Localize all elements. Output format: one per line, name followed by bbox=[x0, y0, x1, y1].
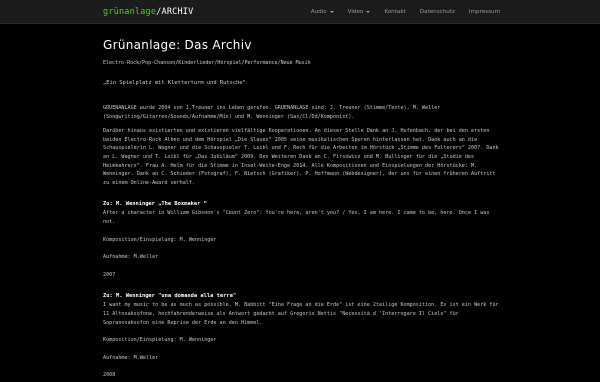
nav-video-dropdown[interactable]: Video bbox=[348, 9, 371, 15]
year-label: 2007 bbox=[103, 271, 116, 278]
top-navbar: grünanlage/ARCHIV Audio Video Kontakt Da… bbox=[0, 0, 600, 24]
nav-datenschutz-label: Datenschutz bbox=[419, 9, 455, 15]
page-title: Grünanlage: Das Archiv bbox=[103, 38, 252, 52]
nav-kontakt-link[interactable]: Kontakt bbox=[384, 9, 405, 15]
main-content: Grünanlage: Das Archiv Electro-Rock/Pop-… bbox=[103, 34, 503, 382]
tagline-quote: „Ein Spielplatz mit Kletterturm und Ruts… bbox=[103, 80, 246, 86]
nav-impressum-link[interactable]: Impressum bbox=[469, 9, 500, 15]
cooperations-paragraph: Darüber hinaus existierten und existiere… bbox=[103, 128, 499, 186]
nav-datenschutz-link[interactable]: Datenschutz bbox=[420, 9, 455, 15]
chevron-down-icon bbox=[366, 11, 371, 13]
brand-logo-link[interactable]: grünanlage/ARCHIV bbox=[103, 7, 193, 17]
intro-paragraph: GRUENANLAGE wurde 2004 von J.Treuner ins… bbox=[103, 105, 441, 120]
nav-audio-dropdown[interactable]: Audio bbox=[311, 9, 334, 15]
genre-subtitle: Electro-Rock/Pop-Chanson/Kinderlieder/Hö… bbox=[103, 60, 311, 66]
nav-video-label: Video bbox=[347, 9, 364, 15]
section-text-una-domanda: I want my music to be as much as possibl… bbox=[103, 302, 499, 326]
main-nav: Audio Video Kontakt Datenschutz Impressu… bbox=[311, 0, 500, 24]
recording-credit: Aufnahme: M.Weller bbox=[103, 254, 159, 261]
nav-impressum-label: Impressum bbox=[468, 9, 500, 15]
year-label: 2008 bbox=[103, 372, 116, 379]
composition-credit: Komposition/Einspielung: M. Wenninger bbox=[103, 236, 217, 243]
section-text-boxmaker: After a character in William Gibsnon's "… bbox=[103, 210, 490, 225]
recording-credit: Aufnahme: M.Weller bbox=[103, 354, 159, 361]
brand-name: grünanlage bbox=[103, 6, 157, 17]
nav-audio-label: Audio bbox=[310, 9, 327, 15]
chevron-down-icon bbox=[329, 11, 334, 13]
section-title-una-domanda: Zu: M. Wenninger "una domanda alla terra… bbox=[103, 293, 237, 300]
composition-credit: Komposition/Einspielung: M. Wenninger bbox=[103, 337, 217, 344]
brand-suffix: /ARCHIV bbox=[156, 6, 194, 17]
section-title-boxmaker: Zu: M. Wenninger „The Boxmaker “ bbox=[103, 201, 207, 208]
nav-kontakt-label: Kontakt bbox=[384, 9, 406, 15]
